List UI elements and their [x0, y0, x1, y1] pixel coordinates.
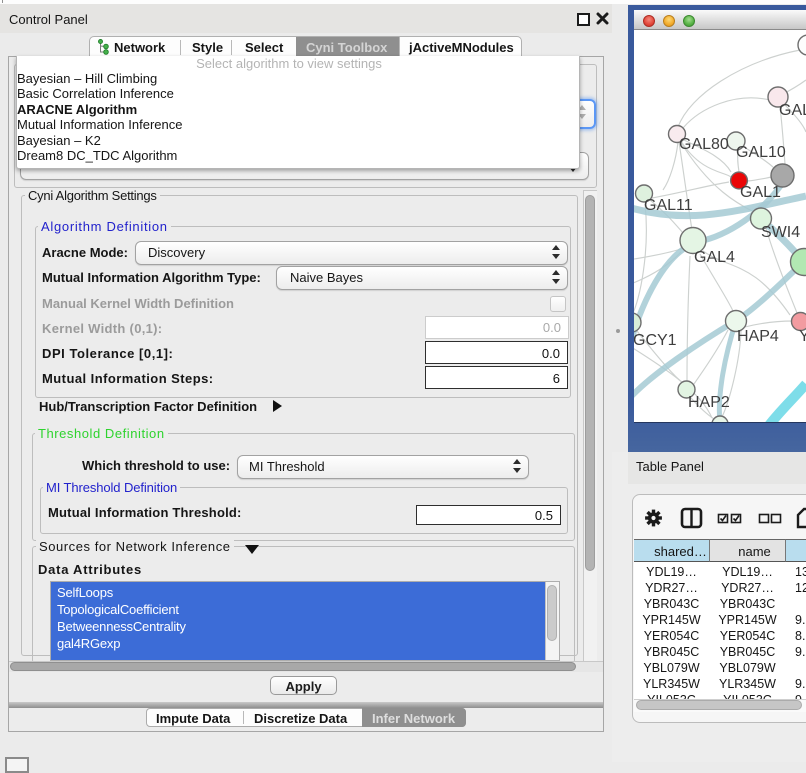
svg-text:HAP4: HAP4 [737, 328, 779, 345]
svg-text:YJ: YJ [799, 328, 806, 345]
svg-text:GAL10: GAL10 [736, 144, 786, 161]
svg-text:GAL80: GAL80 [679, 136, 729, 153]
svg-text:HAP2: HAP2 [688, 394, 730, 411]
svg-text:GCY1: GCY1 [634, 332, 677, 349]
svg-text:GAL4: GAL4 [694, 249, 735, 266]
svg-text:GAL1: GAL1 [740, 184, 781, 201]
svg-text:GAL2: GAL2 [779, 102, 806, 119]
svg-text:SWI4: SWI4 [761, 224, 800, 241]
svg-text:GAL11: GAL11 [644, 197, 693, 214]
